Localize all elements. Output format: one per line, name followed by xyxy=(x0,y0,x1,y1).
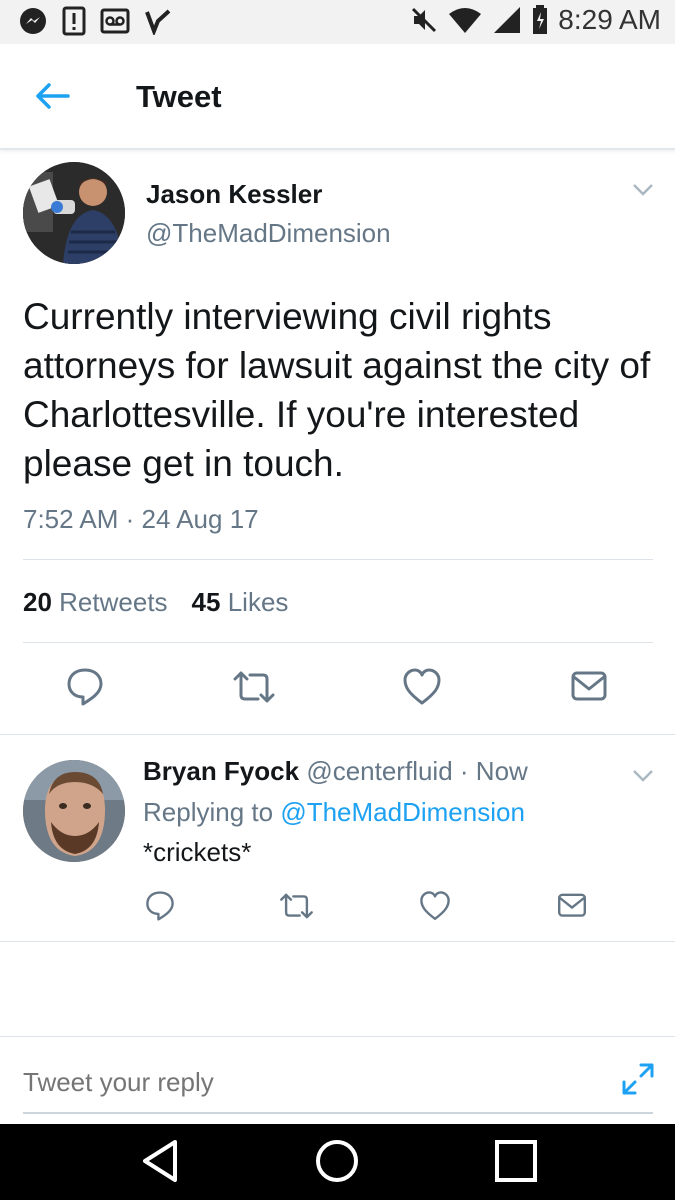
direct-message-button[interactable] xyxy=(570,667,608,712)
tweet-text: Currently interviewing civil rights atto… xyxy=(23,296,651,484)
likes-label: Likes xyxy=(227,587,289,617)
divider xyxy=(23,642,653,643)
retweets-stat[interactable]: 20 Retweets xyxy=(23,587,168,618)
chevron-down-icon[interactable] xyxy=(631,182,655,198)
nav-home-button[interactable] xyxy=(314,1138,360,1189)
reply-text: *crickets* xyxy=(143,837,252,867)
status-bar: 8:29 AM xyxy=(0,0,675,44)
alert-icon xyxy=(62,6,86,36)
expand-button[interactable] xyxy=(621,1062,655,1101)
back-button[interactable] xyxy=(34,78,74,114)
retweet-icon xyxy=(280,893,313,919)
reply-reply-button[interactable] xyxy=(145,890,175,927)
signal-icon xyxy=(492,6,522,34)
triangle-back-icon xyxy=(143,1140,177,1182)
battery-icon xyxy=(532,5,548,35)
check-icon xyxy=(144,7,172,35)
replying-to: Replying to @TheMadDimension xyxy=(143,797,525,828)
status-time: 8:29 AM xyxy=(558,4,661,35)
reply-author-avatar[interactable] xyxy=(23,760,125,862)
likes-stat[interactable]: 45 Likes xyxy=(192,587,289,618)
system-nav-bar xyxy=(0,1124,675,1200)
reply-icon xyxy=(67,668,103,706)
reply-retweet-button[interactable] xyxy=(278,890,315,927)
reply-direct-message-button[interactable] xyxy=(556,890,588,927)
divider xyxy=(0,734,675,735)
circle-home-icon xyxy=(316,1140,358,1182)
back-arrow-icon xyxy=(36,83,70,109)
divider xyxy=(0,941,675,942)
retweet-button[interactable] xyxy=(231,667,277,712)
reply-author-name[interactable]: Bryan Fyock xyxy=(143,756,299,786)
envelope-icon xyxy=(571,671,607,701)
nav-back-button[interactable] xyxy=(140,1138,180,1189)
reply-time: · Now xyxy=(459,756,528,786)
reply-icon xyxy=(146,891,174,921)
reply-button[interactable] xyxy=(66,667,104,712)
reply-author-handle[interactable]: @centerfluid xyxy=(306,756,452,786)
author-avatar[interactable] xyxy=(23,162,125,264)
reply-input-underline xyxy=(23,1112,653,1114)
tweet-stats: 20 Retweets 45 Likes xyxy=(23,587,288,618)
chevron-down-icon[interactable] xyxy=(631,768,655,784)
divider xyxy=(0,1036,675,1037)
retweet-icon xyxy=(233,671,275,703)
retweets-count: 20 xyxy=(23,587,52,617)
app-header: Tweet xyxy=(0,44,675,150)
expand-icon xyxy=(622,1063,654,1095)
retweets-label: Retweets xyxy=(59,587,168,617)
tweet-action-bar xyxy=(0,667,675,711)
reply-like-button[interactable] xyxy=(419,890,451,927)
reply-header: Bryan Fyock @centerfluid · Now xyxy=(143,756,528,787)
divider xyxy=(23,559,653,560)
heart-icon xyxy=(420,891,450,920)
heart-icon xyxy=(403,668,441,705)
square-recents-icon xyxy=(495,1140,537,1182)
wifi-icon xyxy=(448,6,482,34)
tweet-timestamp: 7:52 AM · 24 Aug 17 xyxy=(23,504,259,534)
page-title: Tweet xyxy=(136,79,222,114)
nav-recents-button[interactable] xyxy=(494,1138,538,1189)
replying-to-label: Replying to xyxy=(143,797,274,827)
voicemail-icon xyxy=(100,8,130,34)
author-handle[interactable]: @TheMadDimension xyxy=(146,218,391,249)
author-name[interactable]: Jason Kessler xyxy=(146,179,322,210)
replying-to-mention[interactable]: @TheMadDimension xyxy=(280,797,525,827)
reply-action-bar xyxy=(0,890,675,922)
messenger-icon xyxy=(18,6,48,36)
envelope-icon xyxy=(558,893,586,917)
reply-input[interactable] xyxy=(23,1060,593,1104)
likes-count: 45 xyxy=(191,587,221,617)
like-button[interactable] xyxy=(402,667,442,712)
mute-icon xyxy=(410,6,438,34)
